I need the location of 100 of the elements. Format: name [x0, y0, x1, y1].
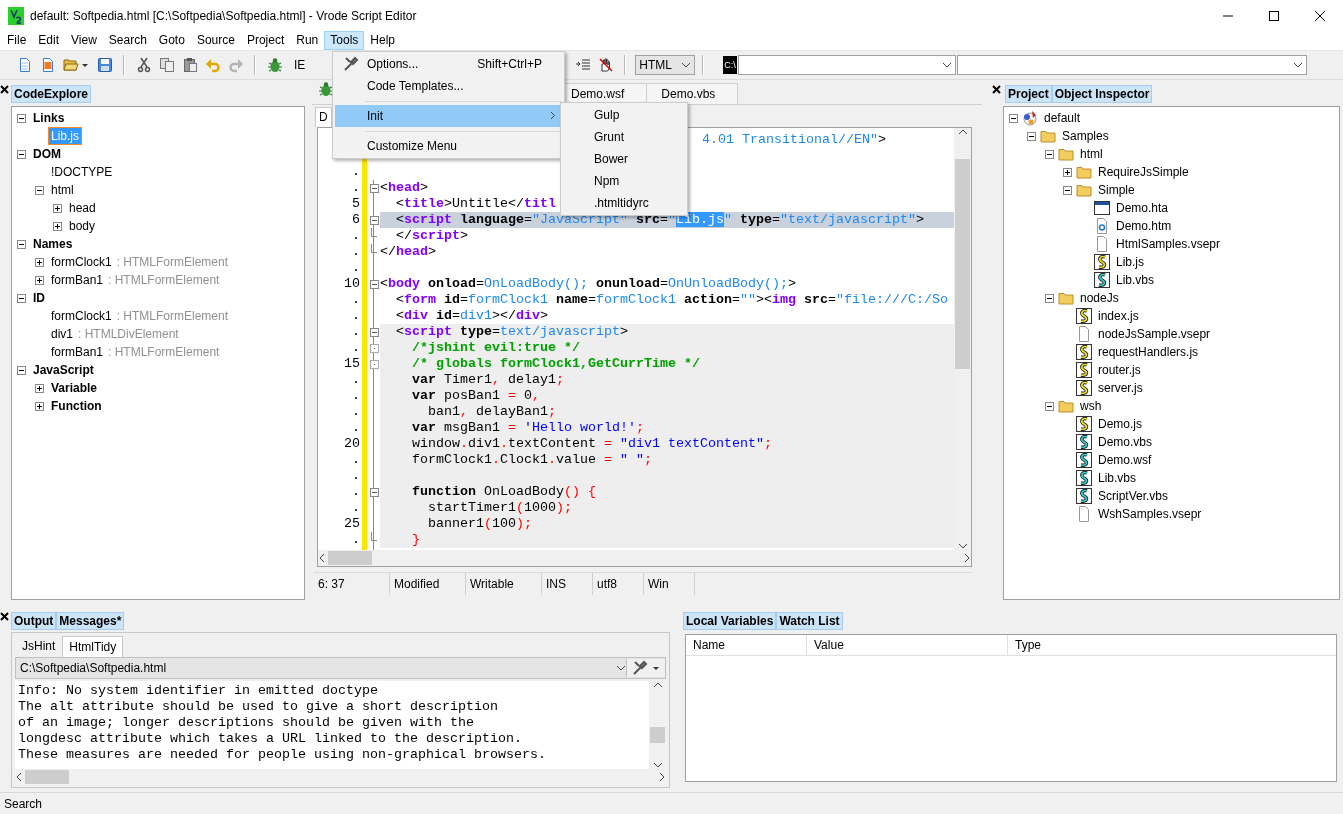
- menu-entry[interactable]: Grunt: [561, 126, 687, 148]
- menu-item[interactable]: Edit: [32, 31, 66, 50]
- tab[interactable]: HtmlTidy: [62, 636, 124, 657]
- menu-entry[interactable]: Npm: [561, 170, 687, 192]
- collapse-toggle[interactable]: [34, 185, 44, 195]
- code-editor[interactable]: [317, 127, 972, 567]
- tree-item[interactable]: Lib.js: [1113, 253, 1147, 271]
- tree-item[interactable]: HtmlSamples.vsepr: [1113, 235, 1224, 253]
- menu-item[interactable]: Tools: [324, 31, 365, 50]
- column-header[interactable]: Name: [686, 635, 807, 655]
- paste-icon[interactable]: [181, 57, 198, 73]
- panel-tab[interactable]: Messages*: [56, 612, 125, 630]
- tree-item[interactable]: Variable: [48, 379, 101, 397]
- chevron-right-icon[interactable]: [658, 772, 666, 782]
- tree-item[interactable]: ID: [30, 289, 48, 307]
- tree-item[interactable]: Demo.vbs: [1095, 433, 1156, 451]
- collapse-toggle[interactable]: [1044, 293, 1054, 303]
- tree-item[interactable]: server.js: [1095, 379, 1146, 397]
- tree-item[interactable]: html: [48, 181, 77, 199]
- tree-item[interactable]: formClock1: [48, 253, 115, 271]
- view-tab[interactable]: D: [315, 107, 332, 127]
- file-tab[interactable]: Demo.vbs: [646, 83, 739, 104]
- chevron-up-icon[interactable]: [652, 681, 663, 689]
- tree-item[interactable]: nodeJs: [1077, 289, 1122, 307]
- tree-item[interactable]: formBan1: [48, 271, 107, 289]
- close-icon[interactable]: [0, 85, 9, 94]
- panel-tab[interactable]: Project: [1005, 85, 1052, 103]
- tree-item[interactable]: Lib.vbs: [1113, 271, 1158, 289]
- tree-item[interactable]: Function: [48, 397, 105, 415]
- close-icon[interactable]: [1315, 10, 1325, 21]
- tree-item[interactable]: Samples: [1059, 127, 1112, 145]
- expand-toggle[interactable]: [1062, 167, 1072, 177]
- copy-icon[interactable]: [158, 57, 175, 73]
- chevron-down-icon[interactable]: [652, 761, 663, 769]
- vertical-scrollbar[interactable]: [649, 681, 666, 769]
- menu-entry[interactable]: Init: [335, 105, 562, 127]
- scrollbar-thumb[interactable]: [328, 551, 372, 565]
- tree-item[interactable]: Demo.wsf: [1095, 451, 1155, 469]
- collapse-toggle[interactable]: [1044, 149, 1054, 159]
- panel-tab[interactable]: Output: [11, 612, 57, 630]
- column-header[interactable]: Value: [807, 635, 1008, 655]
- expand-toggle[interactable]: [52, 221, 62, 231]
- menu-item[interactable]: Goto: [152, 31, 191, 50]
- expand-toggle[interactable]: [52, 203, 62, 213]
- fold-toggle[interactable]: [369, 279, 379, 289]
- console-icon[interactable]: C:\: [723, 56, 737, 74]
- menu-entry[interactable]: Gulp: [561, 104, 687, 126]
- vertical-scrollbar[interactable]: [954, 128, 971, 550]
- collapse-toggle[interactable]: [1026, 131, 1036, 141]
- expand-toggle[interactable]: [34, 275, 44, 285]
- collapse-toggle[interactable]: [1062, 185, 1072, 195]
- panel-tab[interactable]: Local Variables: [683, 612, 777, 630]
- collapse-toggle[interactable]: [1044, 401, 1054, 411]
- tree-item[interactable]: html: [1077, 145, 1106, 163]
- menu-item[interactable]: View: [65, 31, 103, 50]
- horizontal-scrollbar[interactable]: [15, 769, 666, 785]
- menu-item[interactable]: Help: [364, 31, 401, 50]
- expand-toggle[interactable]: [34, 257, 44, 267]
- tree-item[interactable]: requestHandlers.js: [1095, 343, 1202, 361]
- tree-item[interactable]: index.js: [1095, 307, 1142, 325]
- tree-item[interactable]: RequireJsSimple: [1095, 163, 1192, 181]
- collapse-toggle[interactable]: [1008, 113, 1018, 123]
- collapse-toggle[interactable]: [16, 293, 26, 303]
- menu-item[interactable]: Project: [240, 31, 291, 50]
- list-arrow-icon[interactable]: [574, 57, 591, 73]
- expand-toggle[interactable]: [34, 383, 44, 393]
- command-dropdown[interactable]: [737, 55, 956, 75]
- tree-item[interactable]: WshSamples.vsepr: [1095, 505, 1205, 523]
- tree-item[interactable]: head: [66, 199, 99, 217]
- scissors-icon[interactable]: [135, 57, 152, 73]
- menu-entry[interactable]: Customize Menu: [335, 135, 562, 157]
- scrollbar-thumb[interactable]: [25, 770, 69, 784]
- column-header[interactable]: Type: [1008, 635, 1041, 655]
- tab[interactable]: JsHint: [15, 635, 63, 657]
- file-dropdown[interactable]: C:\Softpedia\Softpedia.html: [15, 657, 666, 679]
- argument-dropdown[interactable]: [956, 55, 1307, 75]
- fold-toggle[interactable]: [369, 215, 379, 225]
- menu-entry[interactable]: Options... Shift+Ctrl+P: [335, 53, 562, 75]
- tree-item[interactable]: Lib.vbs: [1095, 469, 1140, 487]
- menu-item[interactable]: File: [1, 31, 33, 50]
- tree-item[interactable]: Links: [30, 109, 68, 127]
- tree-item[interactable]: formClock1: [48, 307, 115, 325]
- panel-tab[interactable]: Watch List: [776, 612, 843, 630]
- tree-item[interactable]: default: [1041, 109, 1084, 127]
- tree-item[interactable]: Demo.js: [1095, 415, 1145, 433]
- chevron-up-icon[interactable]: [957, 128, 968, 136]
- tree-item[interactable]: DOM: [30, 145, 64, 163]
- close-icon[interactable]: [992, 85, 1001, 94]
- panel-tab[interactable]: Object Inspector: [1051, 85, 1153, 103]
- tree-item[interactable]: JavaScript: [30, 361, 97, 379]
- expand-toggle[interactable]: [34, 401, 44, 411]
- horizontal-scrollbar[interactable]: [318, 550, 971, 566]
- tree-item[interactable]: nodeJsSample.vsepr: [1095, 325, 1214, 343]
- collapse-toggle[interactable]: [16, 149, 26, 159]
- tree-item[interactable]: Demo.htm: [1113, 217, 1175, 235]
- scrollbar-thumb[interactable]: [955, 159, 970, 369]
- maximize-icon[interactable]: [1269, 10, 1279, 21]
- tree-item[interactable]: Demo.hta: [1113, 199, 1172, 217]
- menu-entry[interactable]: .htmltidyrc: [561, 192, 687, 214]
- save-icon[interactable]: [96, 57, 113, 73]
